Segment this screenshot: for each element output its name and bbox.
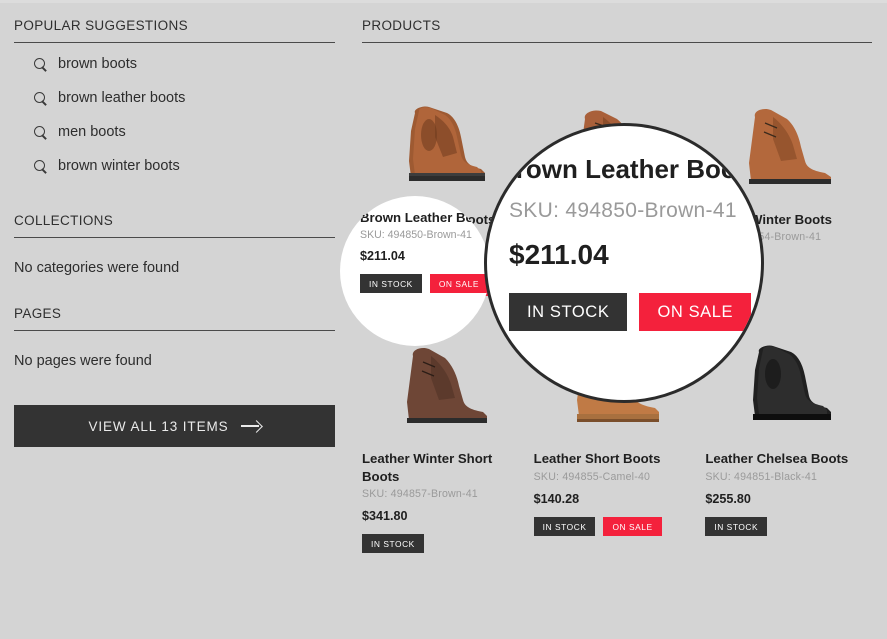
view-all-items-button[interactable]: VIEW ALL 13 ITEMS (14, 405, 335, 447)
suggestion-item-men-boots[interactable]: men boots (14, 115, 335, 149)
product-sku: SKU: 494857-Brown-41 (362, 488, 529, 500)
status-badge-in-stock: IN STOCK (534, 517, 596, 536)
pages-heading: PAGES (14, 306, 335, 331)
status-badge-in-stock: IN STOCK (509, 293, 627, 331)
zoom-magnified-price: $211.04 (509, 239, 764, 271)
popular-suggestions-heading: POPULAR SUGGESTIONS (14, 18, 335, 43)
search-icon (34, 58, 47, 71)
suggestion-item-brown-winter-boots[interactable]: brown winter boots (14, 149, 335, 183)
status-badge-in-stock: IN STOCK (362, 277, 424, 296)
zoom-magnified-sku: SKU: 494850-Brown-41 (509, 199, 764, 223)
suggestion-label: brown boots (58, 56, 137, 72)
suggestion-label: brown winter boots (58, 158, 180, 174)
suggestion-item-brown-leather-boots[interactable]: brown leather boots (14, 81, 335, 115)
zoom-magnifier-content: Brown Leather Boots SKU: 494850-Brown-41… (509, 154, 764, 331)
product-badges: IN STOCK (362, 534, 529, 553)
suggestion-item-brown-boots[interactable]: brown boots (14, 47, 335, 81)
product-title[interactable]: Leather Short Boots (534, 450, 701, 467)
zoom-magnifier-lens: Brown Leather Boots SKU: 494850-Brown-41… (484, 123, 764, 403)
product-card[interactable]: Leather Winter Short Boots SKU: 494857-B… (362, 308, 529, 565)
black-chelsea-boot-image (733, 340, 845, 426)
products-heading: PRODUCTS (362, 18, 872, 43)
search-icon (34, 160, 47, 173)
status-badge-on-sale: ON SALE (603, 517, 661, 536)
arrow-right-icon (241, 420, 261, 432)
status-badge-in-stock: IN STOCK (705, 517, 767, 536)
product-title[interactable]: Leather Winter Short Boots (362, 450, 529, 485)
status-badge-in-stock: IN STOCK (362, 534, 424, 553)
zoom-magnified-badges: IN STOCK ON SALE (509, 293, 764, 331)
pages-empty-message: No pages were found (14, 331, 335, 369)
product-title[interactable]: Leather Chelsea Boots (705, 450, 872, 467)
popular-suggestions-list: brown boots brown leather boots men boot… (14, 47, 335, 183)
status-badge-on-sale: ON SALE (639, 293, 751, 331)
product-sku: SKU: 494851-Black-41 (705, 471, 872, 483)
product-sku: SKU: 494855-Camel-40 (534, 471, 701, 483)
dark-brown-chukka-boot-image (389, 340, 501, 426)
status-badge-on-sale: ON SALE (432, 277, 490, 296)
suggestion-label: men boots (58, 124, 126, 140)
product-price: $140.28 (534, 492, 701, 506)
zoom-magnified-title: Brown Leather Boots (497, 154, 764, 185)
top-strip (0, 0, 887, 3)
collections-empty-message: No categories were found (14, 238, 335, 276)
search-icon (34, 92, 47, 105)
collections-heading: COLLECTIONS (14, 213, 335, 238)
search-suggestions-sidebar: POPULAR SUGGESTIONS brown boots brown le… (14, 18, 335, 369)
product-badges: IN STOCK ON SALE (534, 517, 701, 536)
product-badges: IN STOCK (705, 517, 872, 536)
spacer (14, 183, 335, 213)
product-price: $255.80 (705, 492, 872, 506)
product-price: $341.80 (362, 509, 529, 523)
search-overlay-page: POPULAR SUGGESTIONS brown boots brown le… (0, 0, 887, 639)
search-icon (34, 126, 47, 139)
suggestion-label: brown leather boots (58, 90, 185, 106)
spacer (14, 276, 335, 306)
view-all-label: VIEW ALL 13 ITEMS (88, 419, 228, 434)
brown-chelsea-boot-image (389, 101, 501, 187)
